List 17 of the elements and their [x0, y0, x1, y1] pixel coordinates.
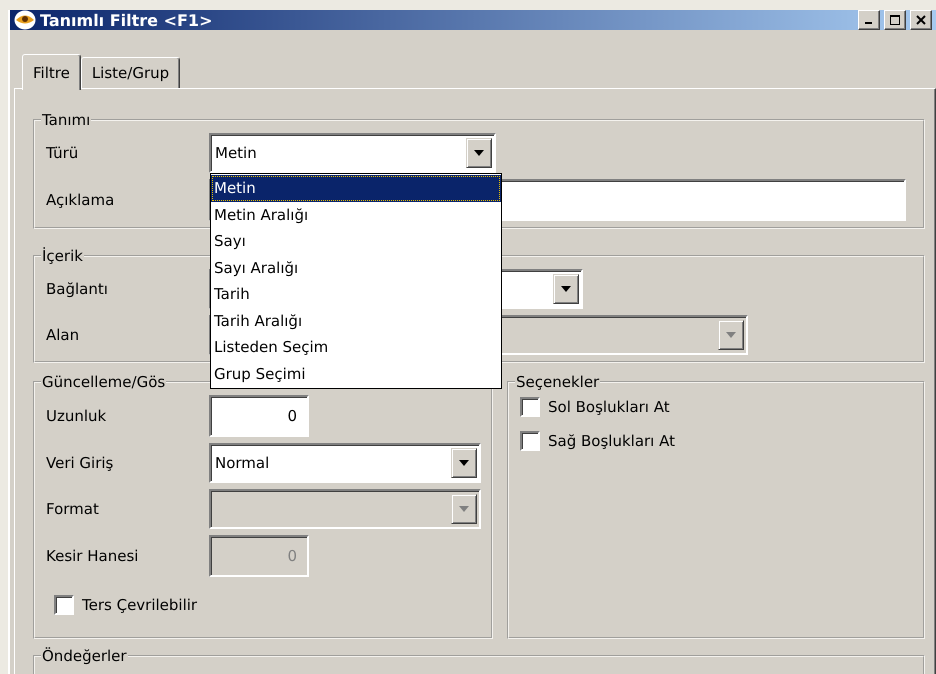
field-label: Veri Giriş	[46, 454, 114, 472]
checkbox-label: Sağ Boşlukları At	[548, 432, 675, 450]
checkbox-label: Sol Boşlukları At	[548, 398, 670, 416]
field-label: Açıklama	[46, 191, 116, 209]
checkbox-label: Ters Çevrilebilir	[82, 596, 198, 614]
group-title: İçerik	[41, 247, 84, 265]
field-label: Format	[46, 500, 100, 518]
field-label: Türü	[46, 144, 80, 162]
field-label: Alan	[46, 326, 80, 344]
field-label: Uzunluk	[46, 407, 108, 425]
group-title: Güncelleme/Gös	[41, 373, 166, 391]
field-label: Kesir Hanesi	[46, 547, 140, 565]
group-title: Seçenekler	[515, 373, 600, 391]
window-title: Tanımlı Filtre <F1>	[40, 10, 214, 30]
field-label: Bağlantı	[46, 280, 109, 298]
group-title: Tanımı	[41, 111, 92, 129]
group-title: Öndeğerler	[41, 647, 128, 665]
